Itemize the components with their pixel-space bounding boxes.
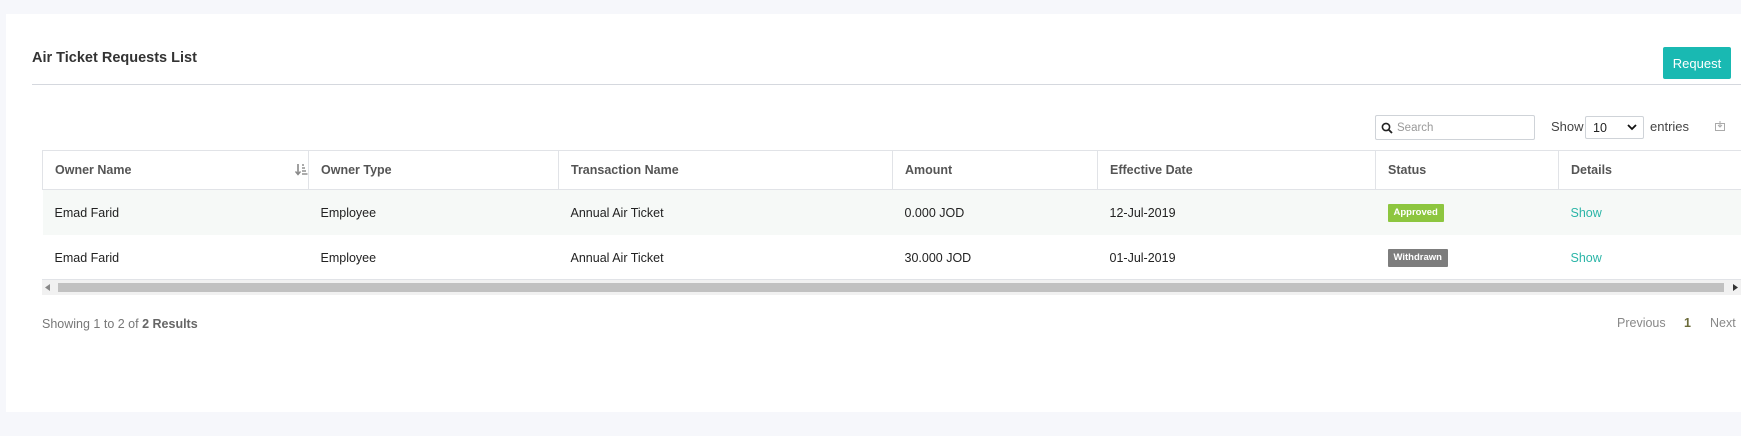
pagination-previous[interactable]: Previous <box>1617 316 1666 330</box>
table-row: Emad Farid Employee Annual Air Ticket 30… <box>42 235 1741 281</box>
cell-details: Show <box>1558 235 1741 281</box>
page-title: Air Ticket Requests List <box>32 50 197 66</box>
results-info-total: 2 Results <box>142 317 198 331</box>
cell-owner-name: Emad Farid <box>42 189 309 235</box>
search-icon <box>1381 122 1393 134</box>
cell-owner-name: Emad Farid <box>42 235 309 281</box>
results-info: Showing 1 to 2 of 2 Results <box>42 317 198 331</box>
cell-status: Approved <box>1375 189 1559 235</box>
column-header-transaction-name[interactable]: Transaction Name <box>558 150 893 190</box>
results-info-prefix: Showing 1 to 2 of <box>42 317 139 331</box>
title-divider <box>32 84 1741 85</box>
page-length-value: 10 <box>1593 120 1607 135</box>
page-length-select[interactable]: 10 <box>1585 116 1644 139</box>
cell-details: Show <box>1558 189 1741 235</box>
scrollbar-thumb[interactable] <box>58 283 1724 292</box>
entries-label: entries <box>1650 119 1690 134</box>
status-badge: Approved <box>1387 203 1444 222</box>
pagination-page-1[interactable]: 1 <box>1684 316 1691 330</box>
table-header-row: Owner Name Owner Type Transaction Name A… <box>42 150 1741 190</box>
sort-icon[interactable] <box>295 163 308 176</box>
cell-transaction-name: Annual Air Ticket <box>558 235 893 281</box>
cell-owner-type: Employee <box>308 235 559 281</box>
column-header-details[interactable]: Details <box>1558 150 1741 190</box>
request-button[interactable]: Request <box>1663 47 1731 79</box>
pagination-next[interactable]: Next <box>1710 316 1736 330</box>
scroll-left-icon[interactable] <box>45 284 51 291</box>
column-header-owner-type[interactable]: Owner Type <box>308 150 559 190</box>
cell-status: Withdrawn <box>1375 235 1559 281</box>
table-row: Emad Farid Employee Annual Air Ticket 0.… <box>42 189 1741 235</box>
column-label: Owner Name <box>55 163 132 177</box>
requests-table: Owner Name Owner Type Transaction Name A… <box>42 150 1741 281</box>
column-header-status[interactable]: Status <box>1375 150 1559 190</box>
column-header-amount[interactable]: Amount <box>892 150 1098 190</box>
cell-amount: 30.000 JOD <box>892 235 1098 281</box>
show-label: Show <box>1551 119 1584 134</box>
cell-transaction-name: Annual Air Ticket <box>558 189 893 235</box>
cell-amount: 0.000 JOD <box>892 189 1098 235</box>
status-badge: Withdrawn <box>1387 248 1448 267</box>
column-header-effective-date[interactable]: Effective Date <box>1097 150 1376 190</box>
column-header-owner-name[interactable]: Owner Name <box>42 150 309 190</box>
cell-effective-date: 01-Jul-2019 <box>1097 235 1376 281</box>
search-field[interactable] <box>1397 121 1522 134</box>
requests-table-container: Owner Name Owner Type Transaction Name A… <box>42 150 1741 295</box>
show-details-link[interactable]: Show <box>1571 206 1602 220</box>
chevron-down-icon <box>1627 124 1637 131</box>
horizontal-scrollbar[interactable] <box>42 279 1741 295</box>
show-details-link[interactable]: Show <box>1571 251 1602 265</box>
search-input[interactable] <box>1375 115 1535 140</box>
scroll-right-icon[interactable] <box>1732 284 1738 291</box>
export-icon[interactable] <box>1715 121 1725 131</box>
cell-owner-type: Employee <box>308 189 559 235</box>
cell-effective-date: 12-Jul-2019 <box>1097 189 1376 235</box>
